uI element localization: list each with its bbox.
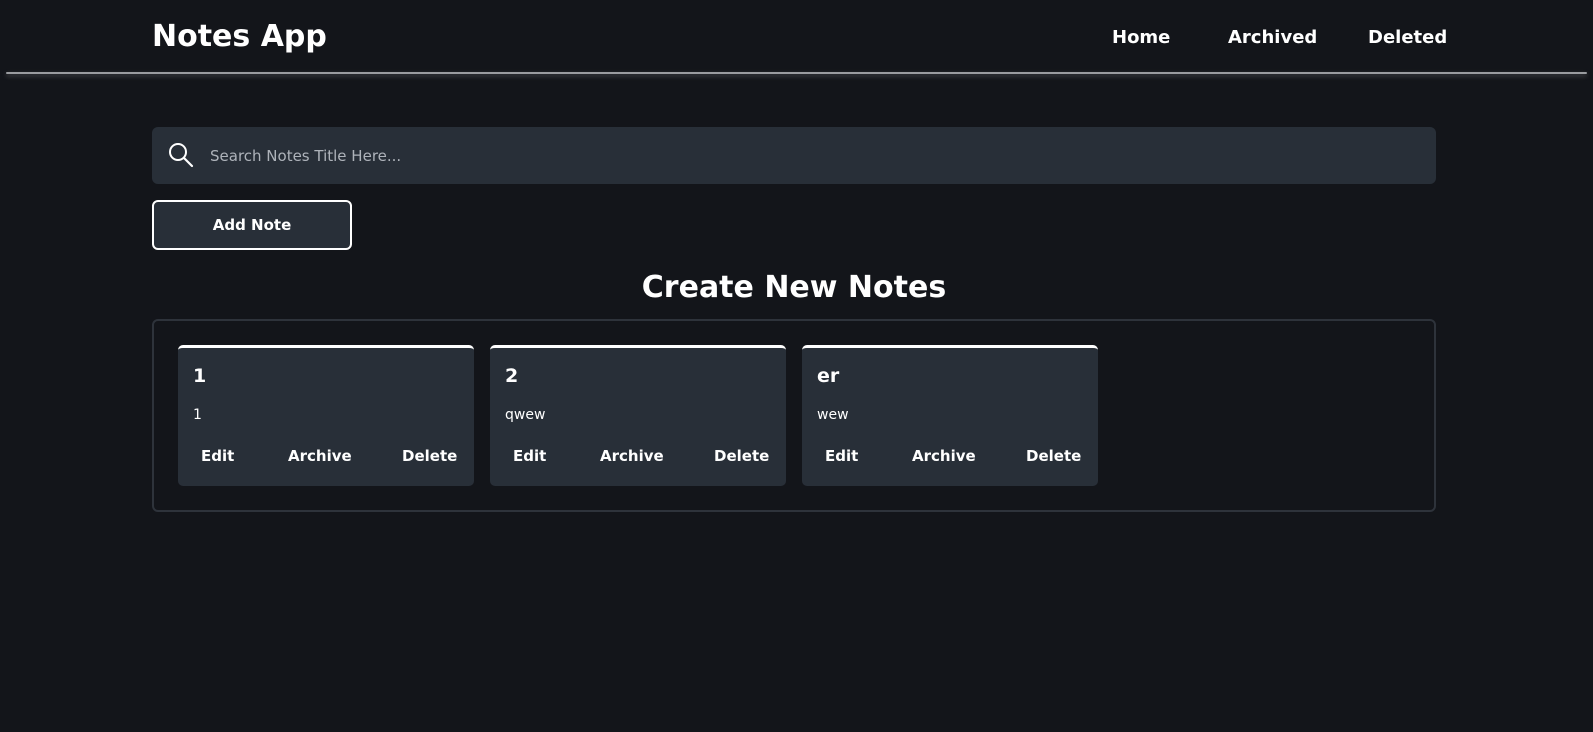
edit-button[interactable]: Edit [201, 447, 234, 465]
archive-button[interactable]: Archive [288, 447, 352, 465]
nav-archived-link[interactable]: Archived [1228, 27, 1317, 48]
note-body: 1 [193, 407, 202, 423]
note-title: 2 [505, 365, 519, 387]
search-input[interactable] [210, 127, 1420, 184]
note-body: qwew [505, 407, 546, 423]
app-brand[interactable]: Notes App [152, 19, 327, 54]
note-title: er [817, 365, 840, 387]
delete-button[interactable]: Delete [402, 447, 457, 465]
top-navbar: Notes App Home Archived Deleted [0, 0, 1593, 74]
note-card: 2 qwew Edit Archive Delete [490, 345, 786, 486]
edit-button[interactable]: Edit [825, 447, 858, 465]
notes-container: 1 1 Edit Archive Delete 2 qwew Edit Arch… [152, 319, 1436, 512]
note-body: wew [817, 407, 849, 423]
section-title: Create New Notes [641, 270, 947, 305]
archive-button[interactable]: Archive [600, 447, 664, 465]
search-icon [169, 143, 194, 168]
nav-deleted-link[interactable]: Deleted [1368, 27, 1447, 48]
delete-button[interactable]: Delete [1026, 447, 1081, 465]
note-card: er wew Edit Archive Delete [802, 345, 1098, 486]
edit-button[interactable]: Edit [513, 447, 546, 465]
archive-button[interactable]: Archive [912, 447, 976, 465]
note-card: 1 1 Edit Archive Delete [178, 345, 474, 486]
nav-home-link[interactable]: Home [1112, 27, 1170, 48]
note-title: 1 [193, 365, 207, 387]
delete-button[interactable]: Delete [714, 447, 769, 465]
header-divider [6, 72, 1587, 74]
add-note-button[interactable]: Add Note [152, 200, 352, 250]
search-bar [152, 127, 1436, 184]
